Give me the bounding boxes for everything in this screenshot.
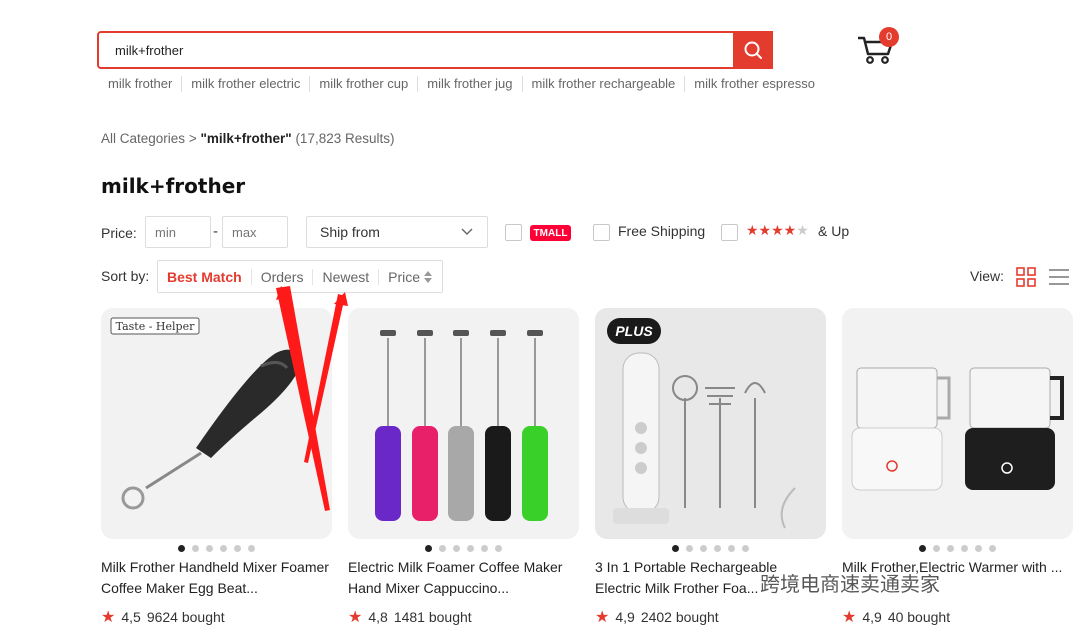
annotation-arrows bbox=[276, 286, 348, 511]
watermark: 跨境电商速卖通卖家 bbox=[760, 572, 940, 596]
